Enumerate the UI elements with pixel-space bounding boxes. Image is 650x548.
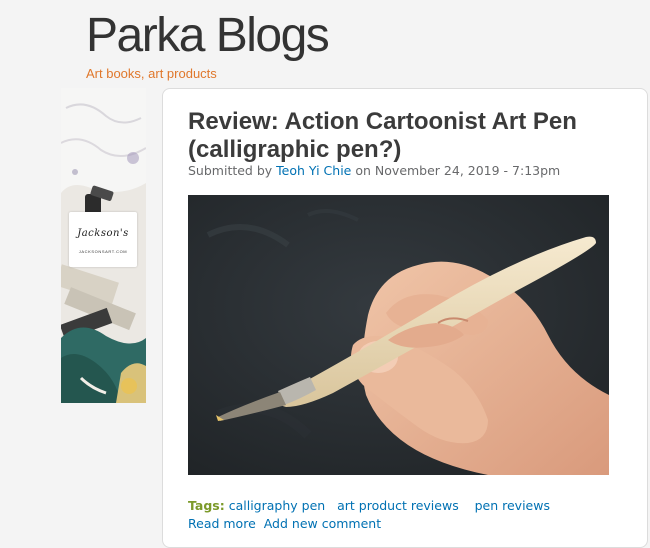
author-link[interactable]: Teoh Yi Chie	[276, 163, 351, 178]
ad-url-text: JACKSONSART.COM	[78, 249, 128, 254]
ad-logo-card: Jackson's JACKSONSART.COM	[69, 212, 137, 267]
tags-line: Tags: calligraphy pen art product review…	[188, 498, 550, 513]
post-date: November 24, 2019 - 7:13pm	[374, 163, 561, 178]
submitted-line: Submitted by Teoh Yi Chie on November 24…	[188, 163, 560, 178]
ad-brand-text: Jackson's	[77, 228, 129, 239]
add-comment-link[interactable]: Add new comment	[264, 516, 381, 531]
site-name-link[interactable]: Parka Blogs	[86, 8, 330, 64]
article-links: Read more Add new comment	[188, 516, 381, 531]
tag-link-art-product-reviews[interactable]: art product reviews	[337, 498, 459, 513]
date-prefix: on	[355, 163, 371, 178]
site-slogan: Art books, art products	[86, 66, 217, 81]
read-more-link[interactable]: Read more	[188, 516, 256, 531]
tag-link-calligraphy-pen[interactable]: calligraphy pen	[229, 498, 325, 513]
tag-link-pen-reviews[interactable]: pen reviews	[475, 498, 550, 513]
submitted-prefix: Submitted by	[188, 163, 273, 178]
tags-label: Tags:	[188, 498, 225, 513]
pen-in-hand-photo	[188, 195, 609, 475]
sidebar-ad-banner[interactable]: Jackson's JACKSONSART.COM	[61, 88, 146, 403]
article-image[interactable]	[188, 195, 609, 475]
article-title[interactable]: Review: Action Cartoonist Art Pen (calli…	[188, 108, 638, 164]
